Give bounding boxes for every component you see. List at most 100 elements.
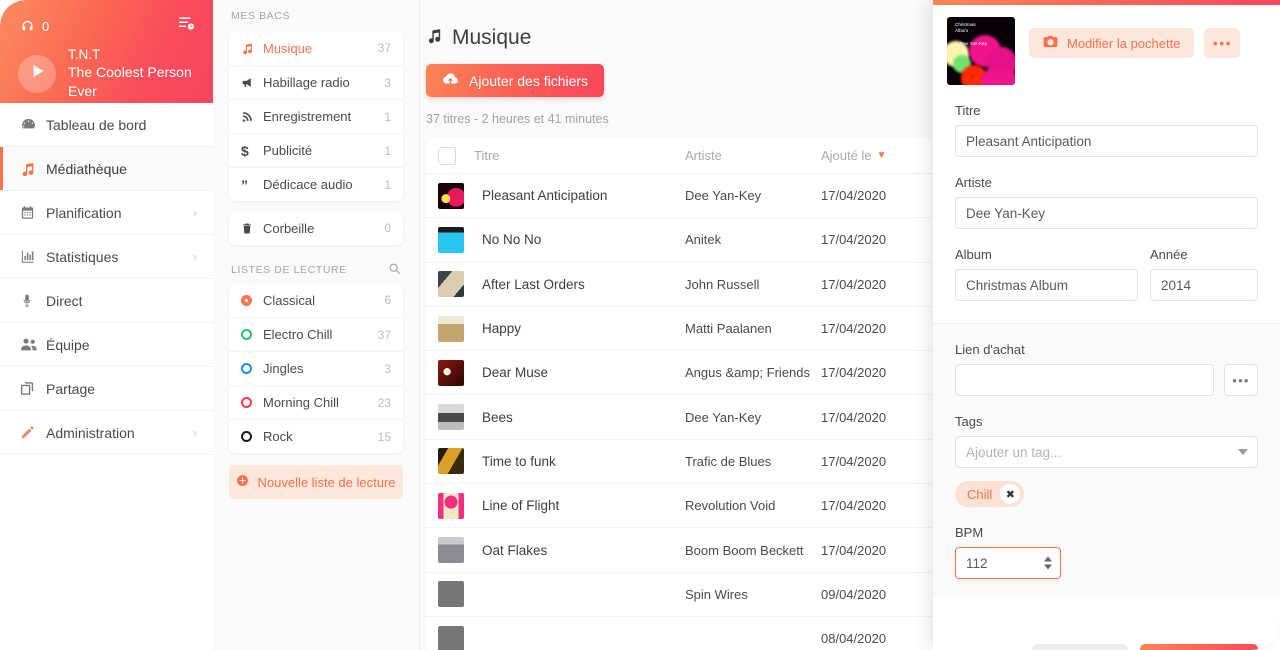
edit-cover-button[interactable]: Modifier la pochette (1029, 28, 1195, 58)
bin-label: Dédicace audio (263, 177, 353, 192)
album-thumbnail (438, 448, 464, 475)
sidebar-item-statistiques[interactable]: Statistiques › (0, 235, 213, 279)
cover-album-text: Christmas Album (955, 22, 976, 33)
playlist-label: Electro Chill (263, 327, 333, 342)
album-thumbnail (438, 625, 464, 650)
track-artist: Boom Boom Beckett (685, 542, 804, 558)
sidebar-item-label: Tableau de bord (46, 116, 147, 133)
table-row[interactable]: Happy Matti Paalanen 17/04/2020 (426, 307, 933, 352)
sidebar-item-tableau-de-bord[interactable]: Tableau de bord (0, 103, 213, 147)
album-thumbnail (438, 226, 464, 253)
playlist-color-dot-icon (241, 294, 263, 306)
new-playlist-button[interactable]: Nouvelle liste de lecture (229, 465, 403, 499)
table-row[interactable]: Spin Wires 09/04/2020 (426, 573, 933, 617)
more-options-button[interactable]: ••• (1204, 28, 1241, 58)
sidebar-item-planification[interactable]: Planification › (0, 191, 213, 235)
trash-icon (241, 222, 263, 235)
table-row[interactable]: Bees Dee Yan-Key 17/04/2020 (426, 395, 933, 440)
sidebar-item-partage[interactable]: Partage (0, 367, 213, 411)
column-header-title[interactable]: Titre (474, 148, 685, 163)
listeners-counter: 0 (20, 19, 49, 34)
playlist-item-jingles[interactable]: Jingles 3 (229, 351, 403, 385)
detail-extra-fields: Lien d'achat ••• Tags Chill ✖ BPM (933, 323, 1280, 597)
tags-input[interactable] (955, 436, 1258, 468)
bin-count: 37 (377, 41, 391, 55)
playlist-item-morning-chill[interactable]: Morning Chill 23 (229, 385, 403, 419)
sidebar-item-equipe[interactable]: Équipe (0, 323, 213, 367)
bins-heading-label: MES BACS (231, 9, 291, 22)
track-title: Oat Flakes (482, 542, 548, 558)
table-row[interactable]: After Last Orders John Russell 17/04/202… (426, 263, 933, 307)
playlist-color-dot-icon (241, 431, 263, 442)
album-input[interactable] (955, 269, 1138, 301)
cancel-button[interactable]: Annuler (1032, 644, 1128, 650)
plus-circle-icon (236, 474, 249, 490)
select-all-checkbox[interactable] (438, 146, 456, 165)
dollar-icon: $ (241, 142, 249, 159)
tags-label: Tags (955, 414, 983, 429)
track-artist: Dee Yan-Key (685, 409, 762, 425)
bin-count: 1 (384, 109, 391, 124)
bin-count: 3 (384, 75, 391, 90)
playlist-color-dot-icon (241, 329, 263, 340)
bin-item-musique[interactable]: Musique 37 (229, 31, 403, 65)
user-block[interactable]: T.N.T The Coolest Person Ever (0, 36, 213, 101)
app-root: 0 T.N.T The Coolest Person Ever Tableau … (0, 0, 1280, 650)
title-input[interactable] (955, 125, 1258, 157)
table-row[interactable]: Dear Muse Angus &amp; Friends 17/04/2020 (426, 351, 933, 396)
avatar[interactable] (18, 54, 56, 93)
sidebar-item-direct[interactable]: Direct (0, 279, 213, 323)
track-added-date: 17/04/2020 (821, 276, 887, 292)
sidebar-item-mediatheque[interactable]: Médiathèque (0, 147, 213, 191)
close-icon[interactable]: ✖ (1000, 484, 1021, 504)
detail-fields: Titre Artiste Album Année (933, 103, 1280, 301)
table-row[interactable]: Pleasant Anticipation Dee Yan-Key 17/04/… (426, 174, 933, 219)
playlist-history-icon[interactable] (178, 16, 195, 36)
playlist-item-electro-chill[interactable]: Electro Chill 37 (229, 317, 403, 351)
bin-item-habillage-radio[interactable]: Habillage radio 3 (229, 65, 403, 99)
track-added-date: 08/04/2020 (821, 631, 887, 647)
chevron-right-icon: › (193, 425, 197, 440)
purchase-link-input[interactable] (955, 364, 1214, 396)
purchase-link-more-button[interactable]: ••• (1224, 364, 1258, 396)
bpm-stepper[interactable] (955, 547, 1061, 579)
playlists-heading: LISTES DE LECTURE (213, 257, 419, 283)
bin-item-enregistrement[interactable]: Enregistrement 1 (229, 99, 403, 133)
chevron-down-icon[interactable] (1238, 449, 1248, 455)
column-header-added[interactable]: Ajouté le ▼ (821, 148, 925, 163)
save-button[interactable]: Enregistrer (1140, 644, 1258, 650)
sidebar-item-label: Direct (46, 292, 83, 309)
music-note-icon (241, 42, 263, 55)
table-row[interactable]: Oat Flakes Boom Boom Beckett 17/04/2020 (426, 528, 933, 573)
add-files-button[interactable]: Ajouter des fichiers (426, 64, 605, 97)
bin-count: 1 (384, 143, 391, 158)
table-row[interactable]: Line of Flight Revolution Void 17/04/202… (426, 484, 933, 529)
stepper-arrows-icon[interactable] (1044, 556, 1052, 570)
table-row[interactable]: 08/04/2020 (426, 617, 933, 650)
user-name: T.N.T (68, 47, 101, 62)
search-icon[interactable] (388, 262, 401, 278)
column-header-artist[interactable]: Artiste (685, 148, 821, 163)
track-artist: Spin Wires (685, 586, 748, 602)
tag-chip-label: Chill (967, 486, 993, 502)
bin-item-publicite[interactable]: $ Publicité 1 (229, 133, 403, 167)
sidebar-item-administration[interactable]: Administration › (0, 411, 213, 455)
megaphone-icon (241, 76, 263, 89)
bin-item-dedicace-audio[interactable]: ” Dédicace audio 1 (229, 167, 403, 201)
bin-item-corbeille[interactable]: Corbeille 0 (229, 211, 403, 245)
music-note-icon (20, 161, 46, 177)
album-thumbnail (438, 359, 464, 386)
table-row[interactable]: Time to funk Trafic de Blues 17/04/2020 (426, 440, 933, 485)
detail-header: Christmas Album Dee Yan-Key Modifier la p… (933, 0, 1280, 85)
track-added-date: 17/04/2020 (821, 542, 887, 558)
playlist-item-classical[interactable]: Classical 6 (229, 283, 403, 317)
year-input[interactable] (1150, 269, 1258, 301)
chevron-right-icon: › (193, 205, 197, 220)
bin-label: Musique (263, 40, 313, 56)
track-added-date: 17/04/2020 (821, 453, 887, 469)
sidebar-header: 0 T.N.T The Coolest Person Ever (0, 0, 213, 103)
artist-input[interactable] (955, 197, 1258, 229)
track-artist: Revolution Void (685, 498, 776, 514)
table-row[interactable]: No No No Anitek 17/04/2020 (426, 218, 933, 263)
playlist-item-rock[interactable]: Rock 15 (229, 419, 403, 453)
